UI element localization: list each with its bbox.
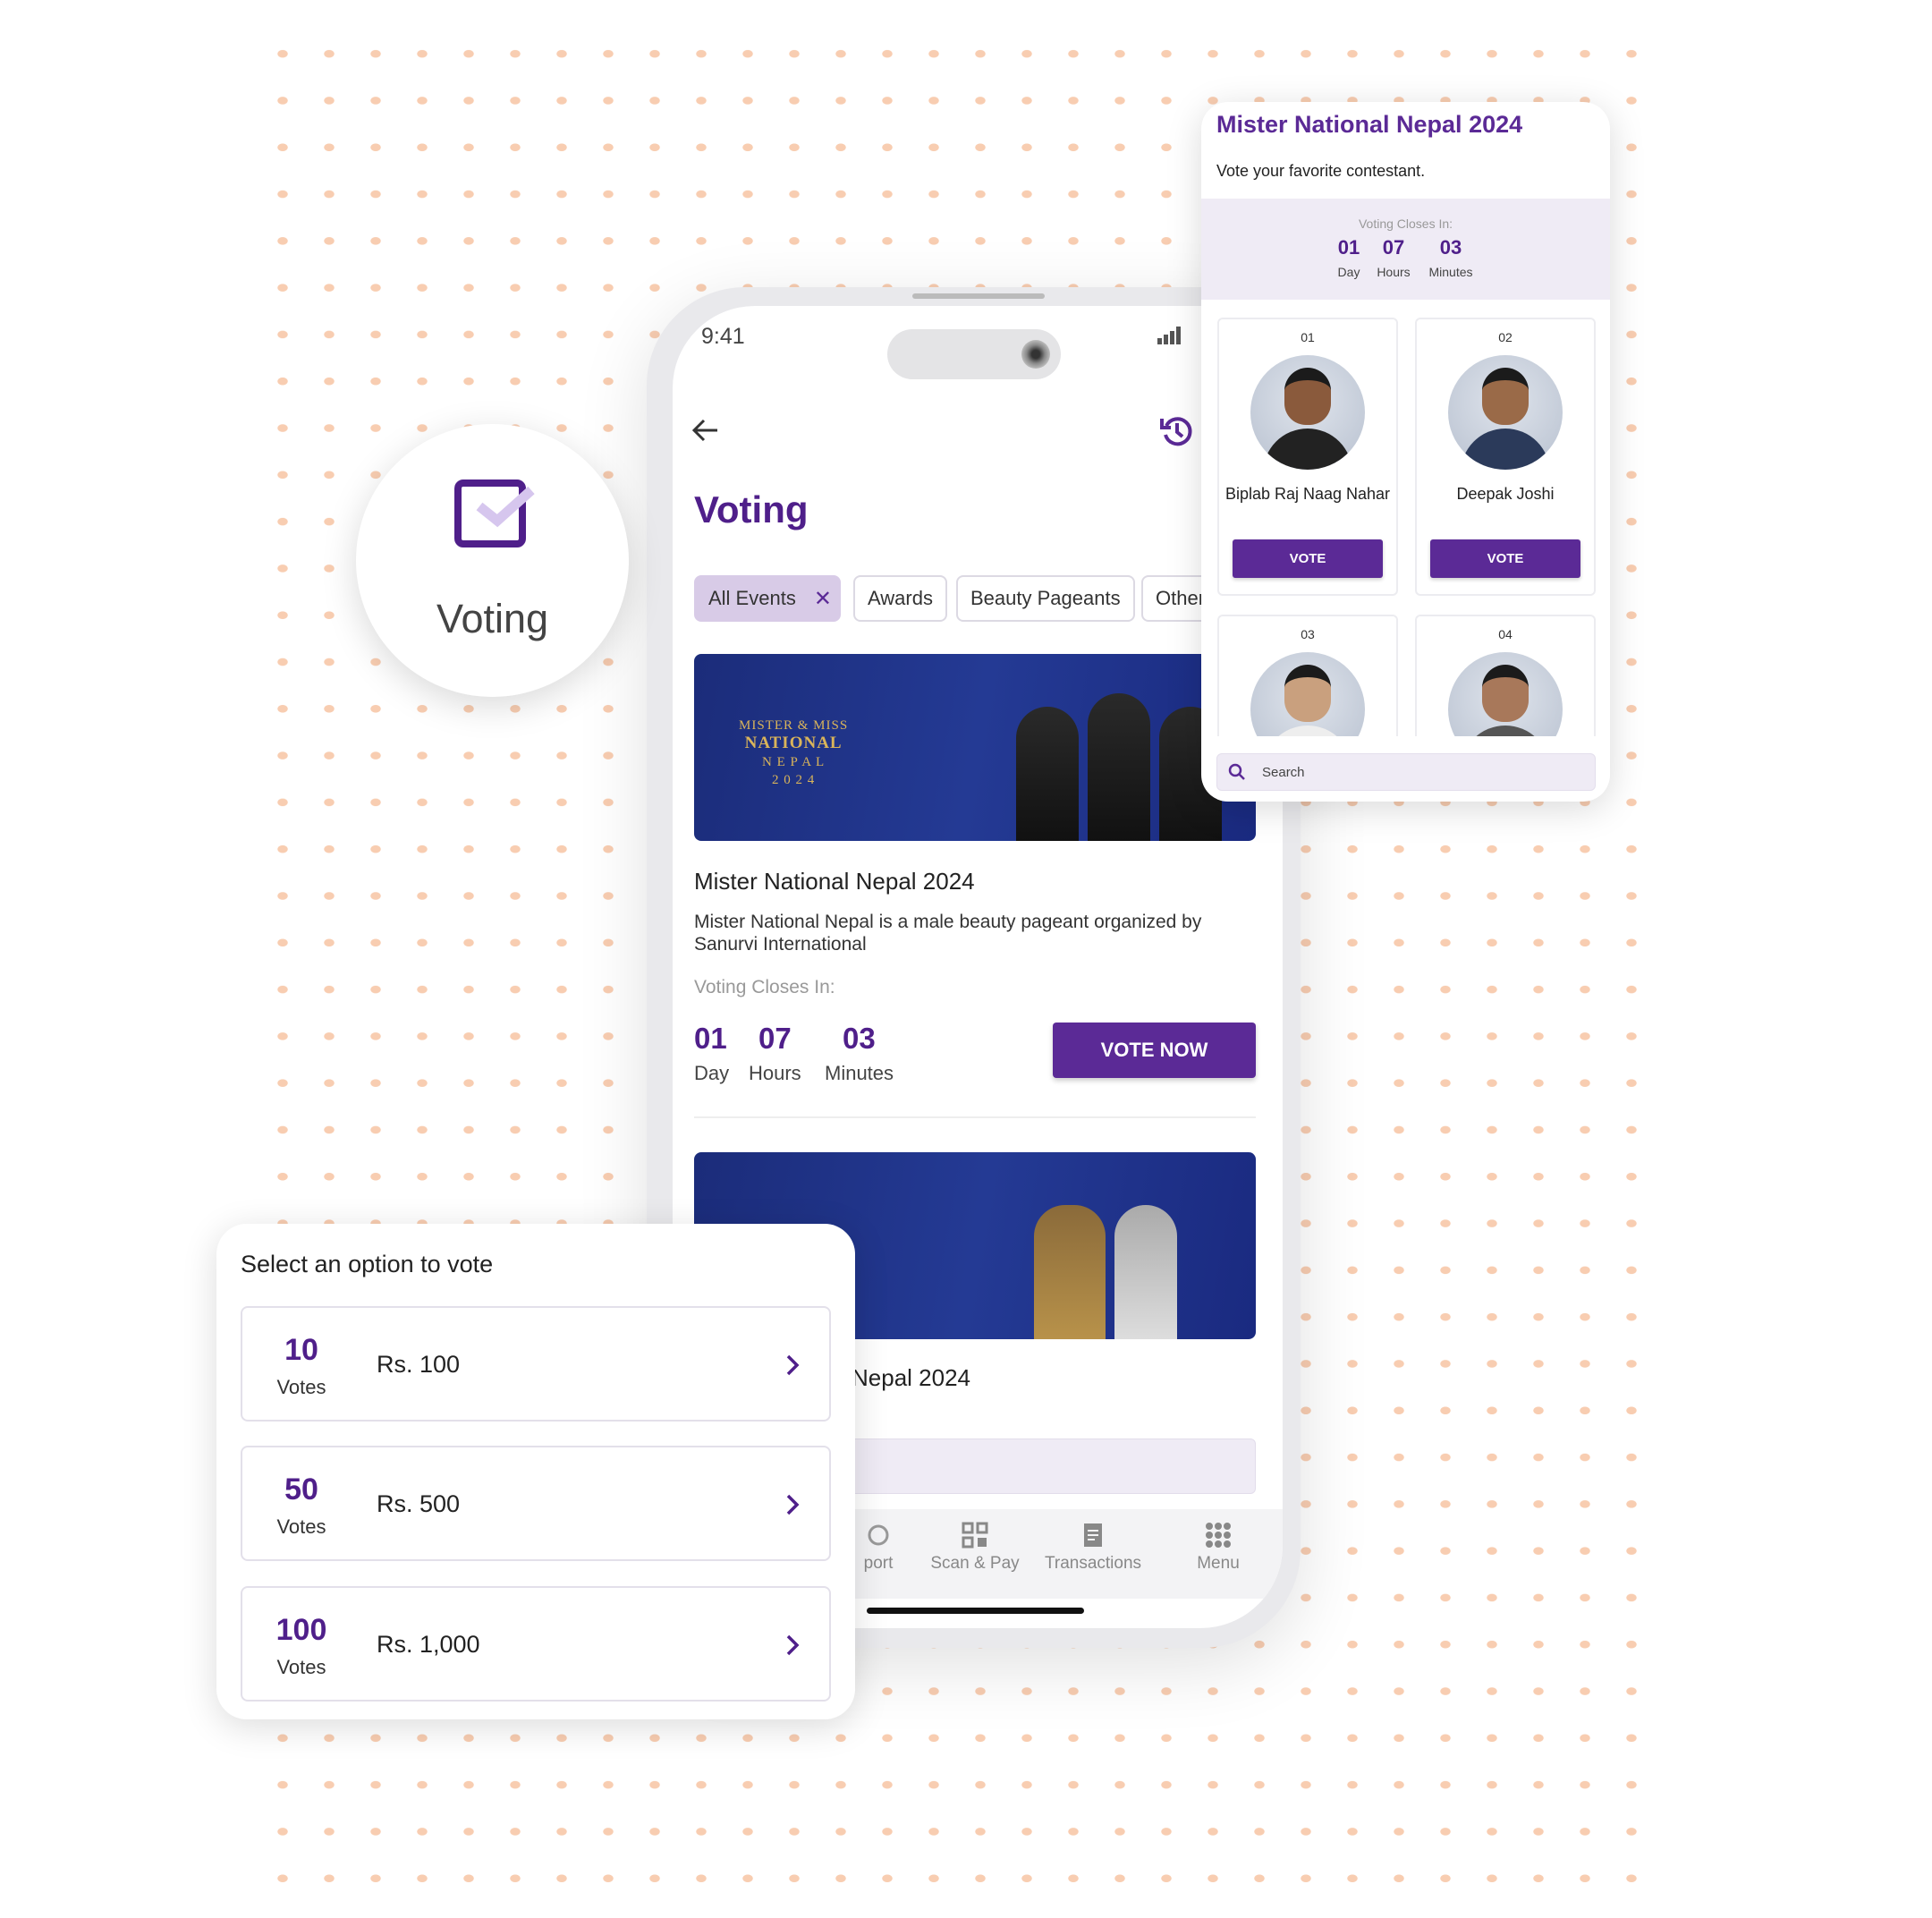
closes-label: Voting Closes In: — [1358, 216, 1453, 231]
qr-icon — [962, 1522, 988, 1549]
filter-chip-all-events[interactable]: All Events ✕ — [694, 575, 841, 622]
contestant-number: 01 — [1301, 330, 1315, 344]
event-banner[interactable]: MISTER & MISS NATIONAL N E P A L2 0 2 4 — [694, 654, 1256, 841]
signal-icon — [1157, 327, 1181, 344]
contest-panel: Mister National Nepal 2024 Vote your fav… — [1201, 102, 1610, 802]
banner-person — [1016, 707, 1079, 841]
close-icon[interactable]: ✕ — [814, 586, 832, 612]
avatar — [1448, 652, 1563, 736]
contestant-card[interactable]: 02 Deepak Joshi VOTE — [1415, 318, 1596, 596]
contestant-name: Biplab Raj Naag Nahar — [1224, 485, 1391, 503]
countdown-unit: Hours — [749, 1062, 801, 1084]
back-arrow-icon[interactable] — [691, 415, 721, 446]
search-placeholder: Search — [1262, 764, 1305, 780]
vote-option[interactable]: 10 Votes Rs. 100 — [241, 1306, 831, 1422]
countdown-minutes: 03 — [1439, 236, 1462, 259]
contestant-name: Deepak Joshi — [1456, 485, 1555, 503]
search-input[interactable]: Search — [1216, 753, 1596, 791]
divider — [694, 1116, 1256, 1118]
countdown-unit: Minutes — [825, 1062, 894, 1084]
vote-now-button[interactable]: VOTE NOW — [1053, 1023, 1256, 1078]
banner-person — [1088, 693, 1150, 841]
countdown-unit: Hours — [1377, 265, 1411, 279]
countdown-days: 01 — [694, 1022, 727, 1055]
vote-options-title: Select an option to vote — [241, 1251, 494, 1277]
page-title: Voting — [694, 488, 809, 530]
voting-feature-badge: Voting — [356, 424, 629, 697]
vote-count: 100 — [275, 1613, 327, 1647]
phone-speaker — [912, 293, 1045, 299]
vote-unit: Votes — [276, 1376, 326, 1398]
contestant-card[interactable]: 04 — [1415, 615, 1596, 736]
receipt-icon — [1084, 1523, 1102, 1547]
vote-price: Rs. 100 — [377, 1351, 461, 1378]
nav-label: Scan & Pay — [930, 1554, 1020, 1573]
countdown-hours: 07 — [758, 1022, 792, 1055]
history-icon[interactable] — [1159, 413, 1195, 449]
status-time: 9:41 — [701, 324, 745, 349]
vote-count: 10 — [284, 1333, 318, 1367]
event-title: Nepal 2024 — [852, 1364, 970, 1391]
vote-option[interactable]: 50 Votes Rs. 500 — [241, 1446, 831, 1561]
avatar — [1250, 355, 1365, 470]
vote-unit: Votes — [276, 1656, 326, 1678]
contest-subtitle: Vote your favorite contestant. — [1216, 162, 1426, 180]
banner-person — [1034, 1205, 1106, 1339]
nav-label: Transactions — [1044, 1554, 1142, 1573]
camera-icon — [1021, 340, 1050, 369]
vote-count: 50 — [284, 1472, 318, 1506]
nav-label: port — [863, 1554, 894, 1573]
chevron-right-icon — [786, 1354, 800, 1376]
grid-icon — [1206, 1523, 1231, 1548]
contestant-number: 03 — [1301, 627, 1315, 641]
nav-menu[interactable]: Menu — [1156, 1522, 1281, 1574]
vote-button[interactable]: VOTE — [1430, 539, 1580, 578]
checkbox-icon — [454, 480, 535, 547]
vote-price: Rs. 1,000 — [377, 1631, 480, 1658]
avatar — [1250, 652, 1365, 736]
countdown-hours: 07 — [1382, 236, 1405, 259]
countdown-unit: Day — [694, 1062, 730, 1084]
nav-transactions[interactable]: Transactions — [1030, 1522, 1156, 1574]
contest-title: Mister National Nepal 2024 — [1216, 111, 1523, 138]
filter-chip-awards[interactable]: Awards — [853, 575, 947, 622]
vote-options-sheet: Select an option to vote 10 Votes Rs. 10… — [216, 1224, 855, 1719]
avatar — [1448, 355, 1563, 470]
vote-price: Rs. 500 — [377, 1490, 461, 1517]
countdown-unit: Minutes — [1428, 265, 1473, 279]
countdown-minutes: 03 — [843, 1022, 876, 1055]
event-logo: MISTER & MISS NATIONAL N E P A L2 0 2 4 — [739, 718, 849, 787]
home-indicator — [867, 1608, 1084, 1614]
search-icon — [1228, 763, 1245, 780]
banner-person — [1114, 1205, 1177, 1339]
closes-label: Voting Closes In: — [694, 977, 835, 997]
vote-unit: Votes — [276, 1515, 326, 1538]
support-icon — [868, 1524, 889, 1546]
contestant-number: 02 — [1498, 330, 1513, 344]
nav-label: Menu — [1197, 1554, 1240, 1573]
nav-scan-pay[interactable]: Scan & Pay — [912, 1522, 1038, 1574]
vote-option[interactable]: 100 Votes Rs. 1,000 — [241, 1586, 831, 1702]
event-title: Mister National Nepal 2024 — [694, 868, 975, 895]
filter-chip-beauty-pageants[interactable]: Beauty Pageants — [956, 575, 1135, 622]
event-description: Mister National Nepal is a male beauty p… — [694, 912, 1202, 955]
chevron-right-icon — [786, 1634, 800, 1656]
chip-label: All Events — [708, 587, 796, 609]
countdown-band: Voting Closes In: 01 Day 07 Hours 03 Min… — [1201, 199, 1610, 300]
contestant-card[interactable]: 03 — [1217, 615, 1398, 736]
contestant-number: 04 — [1498, 627, 1513, 641]
vote-button[interactable]: VOTE — [1233, 539, 1383, 578]
dynamic-island — [887, 329, 1061, 379]
voting-badge-label: Voting — [436, 596, 549, 641]
contestant-card[interactable]: 01 Biplab Raj Naag Nahar VOTE — [1217, 318, 1398, 596]
chevron-right-icon — [786, 1494, 800, 1515]
contestant-row-clipped: 03 04 — [1201, 615, 1610, 736]
